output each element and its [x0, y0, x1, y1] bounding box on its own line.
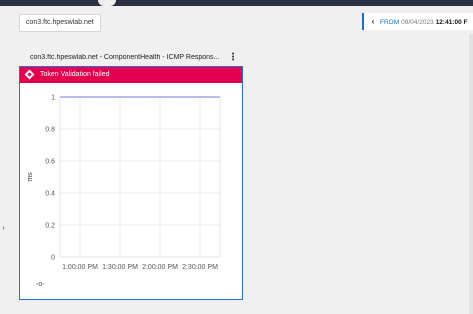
time-range-selector[interactable]: ‹ FROM 09/04/2023 12:41:00 F	[362, 13, 473, 30]
line-series-icon[interactable]: -o-	[36, 281, 45, 288]
y-axis-label: ms	[27, 172, 34, 182]
topbar-notch	[98, 0, 116, 6]
top-navigation-bar	[0, 0, 473, 6]
right-scroll-strip[interactable]	[469, 34, 473, 314]
line-chart: 0 0.2 0.4 0.6 0.8 1 1:00:00 PM 1:30:00 PM 2:00:…	[27, 95, 221, 271]
chevron-left-icon[interactable]: ‹	[368, 13, 378, 30]
y-tick-label: 0.2	[45, 223, 55, 230]
chart-grid	[59, 96, 221, 258]
error-diamond-icon	[24, 69, 35, 80]
from-date: 09/04/2023	[401, 19, 434, 26]
error-message: Token Validation failed	[40, 71, 110, 78]
x-tick-label: 1:30:00 PM	[102, 264, 138, 271]
chevron-right-icon[interactable]: ›	[0, 222, 7, 236]
x-tick-label: 2:30:00 PM	[182, 264, 218, 271]
y-tick-label: 0.6	[45, 159, 55, 166]
from-time: 12:41:00 F	[435, 19, 468, 26]
y-tick-label: 0.4	[45, 191, 55, 198]
y-tick-label: 0.8	[45, 127, 55, 134]
y-axis-ticks: 0 0.2 0.4 0.6 0.8 1	[45, 95, 55, 262]
host-chip[interactable]: con3.ftc.hpeswlab.net	[19, 14, 101, 32]
from-label: FROM	[380, 19, 400, 26]
more-vertical-icon[interactable]: ⋮	[228, 52, 238, 64]
widget-title: con3.ftc.hpeswlab.net - ComponentHealth …	[30, 54, 220, 61]
error-banner: Token Validation failed	[20, 67, 242, 83]
chart-widget: Token Validation failed 0 0.2 0.4 0.6 0.8 1 1…	[19, 66, 243, 300]
x-tick-label: 2:00:00 PM	[142, 264, 178, 271]
x-axis-ticks: 1:00:00 PM 1:30:00 PM 2:00:00 PM 2:30:00 PM	[62, 264, 218, 271]
y-tick-label: 1	[51, 95, 55, 102]
x-tick-label: 1:00:00 PM	[62, 264, 98, 271]
y-tick-label: 0	[51, 255, 55, 262]
